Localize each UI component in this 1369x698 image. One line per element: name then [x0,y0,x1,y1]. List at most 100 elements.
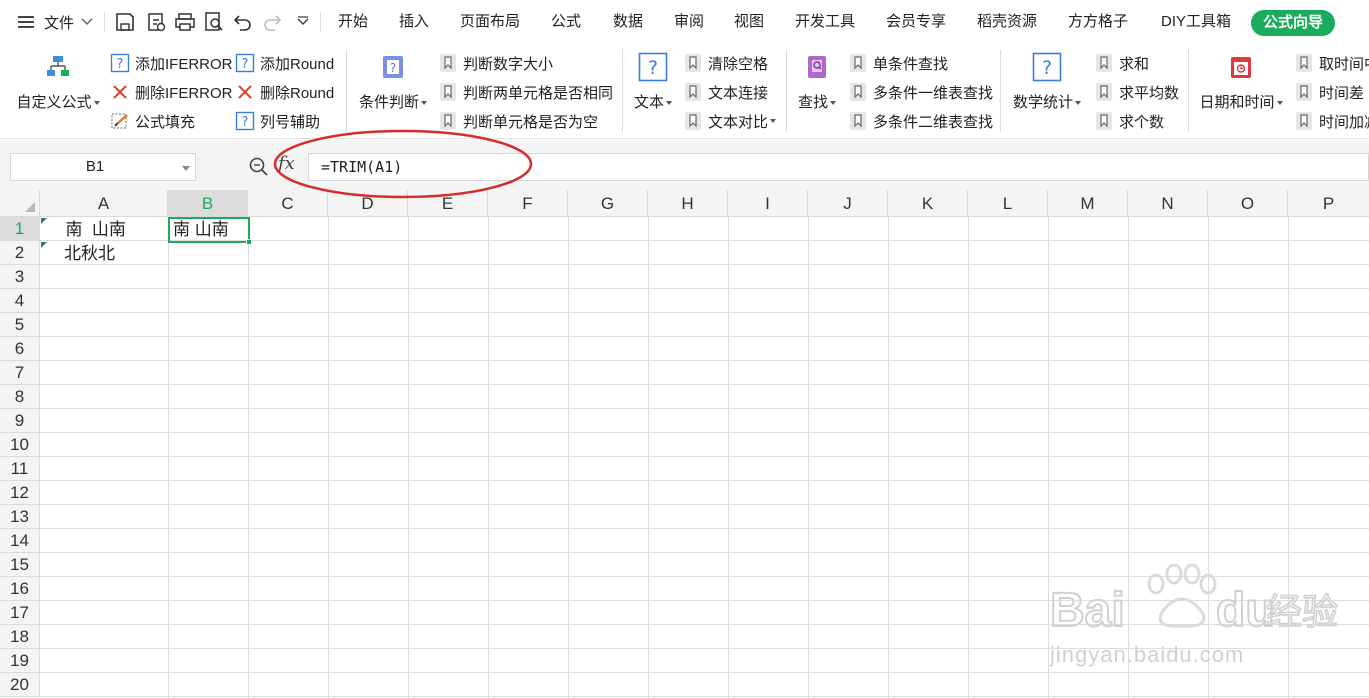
date-time-button[interactable]: 日期和时间 [1196,44,1286,112]
tab-member[interactable]: 会员专享 [886,0,946,44]
sum-button[interactable]: 求和 [1094,51,1149,75]
tab-view[interactable]: 视图 [734,0,764,44]
column-helper-button[interactable]: ? 列号辅助 [235,109,320,133]
tab-developer[interactable]: 开发工具 [795,0,855,44]
text-button[interactable]: ? 文本 [628,44,678,112]
row-header[interactable]: 19 [0,649,40,673]
row-header[interactable]: 5 [0,313,40,337]
bookmark-icon [1296,54,1312,72]
row-header[interactable]: 15 [0,553,40,577]
row-header[interactable]: 16 [0,577,40,601]
row-header[interactable]: 18 [0,625,40,649]
cell-a2[interactable]: 北秋北 [64,242,115,266]
column-header[interactable]: P [1288,190,1369,217]
lookup-button[interactable]: 查找 [794,44,840,112]
row-header[interactable]: 10 [0,433,40,457]
redo-icon[interactable] [261,11,283,33]
column-header[interactable]: H [648,190,728,217]
take-time-button[interactable]: 取时间中 [1294,51,1369,75]
row-header[interactable]: 12 [0,481,40,505]
tab-formula-wizard[interactable]: 公式向导 [1251,10,1335,36]
insert-function-icon[interactable]: fx [278,153,295,174]
save-icon[interactable] [114,11,136,33]
customize-toolbar-icon[interactable] [292,11,314,33]
condition-judge-button[interactable]: ? 条件判断 [354,44,432,112]
formula-bar: B1 fx =TRIM(A1) [0,140,1369,190]
sum-label: 求和 [1119,55,1150,73]
add-round-button[interactable]: ? 添加Round [235,51,334,75]
tab-diy-toolbox[interactable]: DIY工具箱 [1161,0,1231,44]
column-header[interactable]: D [328,190,408,217]
time-diff-button[interactable]: 时间差 [1294,80,1369,104]
row-header[interactable]: 2 [0,241,40,265]
tab-review[interactable]: 审阅 [674,0,704,44]
count-button[interactable]: 求个数 [1094,109,1164,133]
fill-handle[interactable] [246,239,252,245]
average-button[interactable]: 求平均数 [1094,80,1179,104]
row-header[interactable]: 13 [0,505,40,529]
time-add-button[interactable]: 时间加减 [1294,109,1369,133]
export-pdf-icon[interactable] [145,11,167,33]
column-header[interactable]: L [968,190,1048,217]
print-icon[interactable] [174,11,196,33]
tab-docer[interactable]: 稻壳资源 [977,0,1037,44]
row-header[interactable]: 8 [0,385,40,409]
cell-a1[interactable]: 南 山南 [56,218,125,242]
column-header[interactable]: K [888,190,968,217]
judge-number-size-button[interactable]: 判断数字大小 [438,51,553,75]
print-preview-icon[interactable] [203,11,225,33]
tab-formulas[interactable]: 公式 [551,0,581,44]
column-header[interactable]: J [808,190,888,217]
tab-insert[interactable]: 插入 [399,0,429,44]
judge-two-cells-button[interactable]: 判断两单元格是否相同 [438,80,613,104]
judge-cell-empty-button[interactable]: 判断单元格是否为空 [438,109,598,133]
math-stats-button[interactable]: ? 数学统计 [1008,44,1086,112]
gridline [568,217,569,698]
delete-round-button[interactable]: 删除Round [235,80,334,104]
zoom-formula-icon[interactable] [248,156,270,178]
tab-page-layout[interactable]: 页面布局 [460,0,520,44]
text-concat-button[interactable]: 文本连接 [683,80,768,104]
select-all-corner[interactable] [0,190,40,217]
row-header[interactable]: 6 [0,337,40,361]
column-header[interactable]: F [488,190,568,217]
column-header[interactable]: G [568,190,648,217]
tab-home[interactable]: 开始 [338,0,368,44]
chevron-down-icon[interactable] [182,166,190,171]
text-label: 文本 [633,94,664,111]
row-header[interactable]: 17 [0,601,40,625]
formula-input[interactable]: =TRIM(A1) [308,153,1369,181]
tab-data[interactable]: 数据 [613,0,643,44]
column-header[interactable]: I [728,190,808,217]
column-header[interactable]: M [1048,190,1128,217]
formula-fill-button[interactable]: 公式填充 [110,109,195,133]
text-compare-button[interactable]: 文本对比 [683,109,777,133]
row-header[interactable]: 1 [0,217,40,241]
bookmark-icon [1096,112,1112,130]
row-header[interactable]: 9 [0,409,40,433]
add-iferror-button[interactable]: ? 添加IFERROR [110,51,233,75]
single-condition-lookup-button[interactable]: 单条件查找 [848,51,948,75]
row-header[interactable]: 14 [0,529,40,553]
cell-area[interactable] [40,217,1369,698]
multi-1d-lookup-button[interactable]: 多条件一维表查找 [848,80,993,104]
column-header[interactable]: A [40,190,168,217]
multi-2d-lookup-button[interactable]: 多条件二维表查找 [848,109,993,133]
column-header[interactable]: E [408,190,488,217]
undo-icon[interactable] [232,11,254,33]
row-header[interactable]: 20 [0,673,40,697]
clear-spaces-button[interactable]: 清除空格 [683,51,768,75]
row-header[interactable]: 4 [0,289,40,313]
column-header[interactable]: O [1208,190,1288,217]
tab-fangfang[interactable]: 方方格子 [1068,0,1128,44]
delete-iferror-button[interactable]: 删除IFERROR [110,80,233,104]
row-header[interactable]: 3 [0,265,40,289]
file-menu[interactable]: 文件 [18,0,94,44]
name-box[interactable]: B1 [10,153,196,181]
column-header[interactable]: B [168,190,248,217]
column-header[interactable]: C [248,190,328,217]
row-header[interactable]: 7 [0,361,40,385]
row-header[interactable]: 11 [0,457,40,481]
custom-formula-button[interactable]: 自定义公式 [14,44,102,112]
column-header[interactable]: N [1128,190,1208,217]
